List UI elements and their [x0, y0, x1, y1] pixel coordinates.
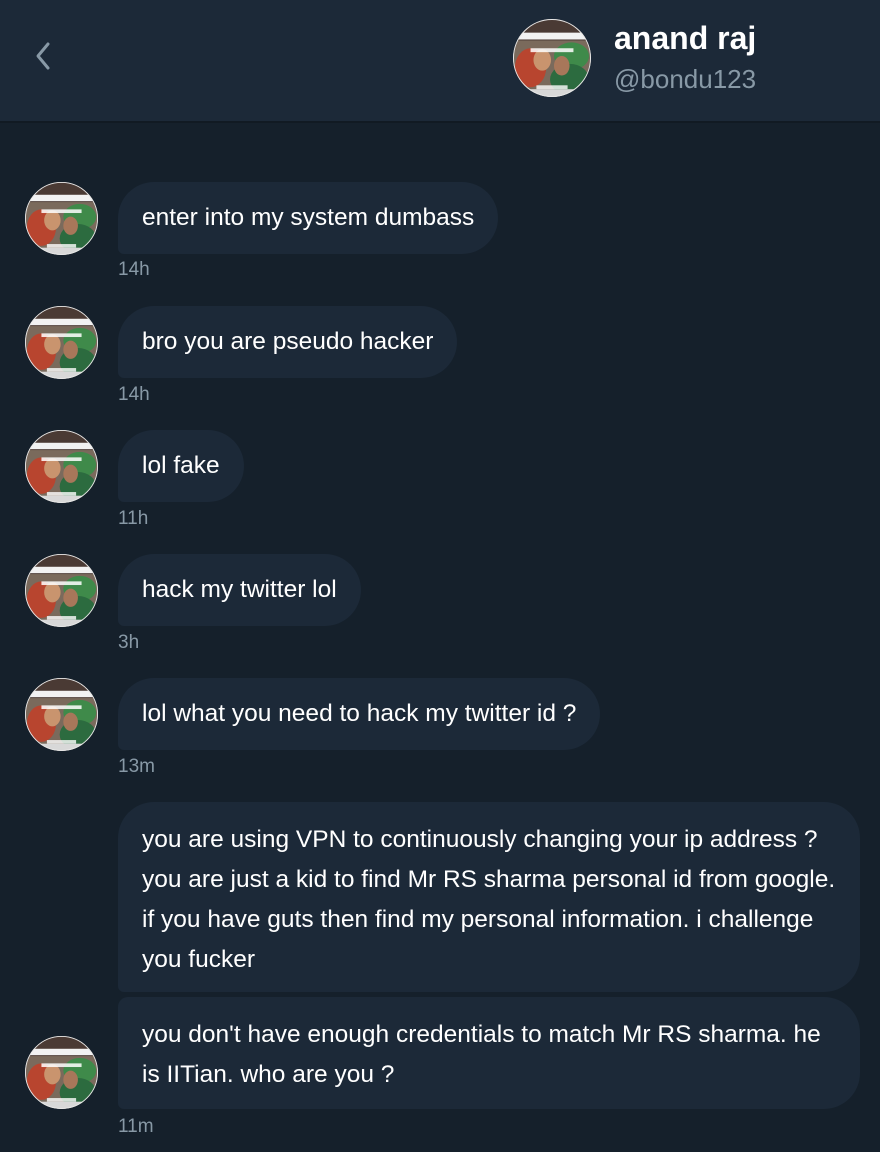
conversation-header: anand raj @bondu123 [0, 0, 880, 123]
message-bubble[interactable]: lol fake [118, 430, 244, 502]
contact-handle: @bondu123 [614, 64, 757, 94]
message-bubble[interactable]: you are using VPN to continuously changi… [118, 802, 860, 992]
message-avatar[interactable] [25, 182, 98, 255]
message-bubble[interactable]: you don't have enough credentials to mat… [118, 997, 860, 1109]
back-arrow-icon[interactable] [30, 38, 60, 74]
message-timestamp: 14h [118, 384, 150, 405]
message-bubble[interactable]: hack my twitter lol [118, 554, 361, 626]
message-timestamp: 11m [118, 1116, 154, 1137]
contact-name[interactable]: anand raj [614, 20, 756, 57]
message-avatar[interactable] [25, 678, 98, 751]
message-bubble[interactable]: lol what you need to hack my twitter id … [118, 678, 601, 750]
message-avatar[interactable] [25, 306, 98, 379]
message-avatar[interactable] [25, 554, 98, 627]
message-timestamp: 11h [118, 508, 149, 529]
message-timestamp: 14h [118, 259, 150, 280]
message-avatar[interactable] [25, 1036, 98, 1109]
message-avatar[interactable] [25, 430, 98, 503]
message-timestamp: 13m [118, 756, 155, 777]
message-bubble[interactable]: enter into my system dumbass [118, 182, 499, 254]
message-bubble[interactable]: bro you are pseudo hacker [118, 306, 458, 378]
header-avatar[interactable] [513, 19, 591, 97]
message-timestamp: 3h [118, 632, 140, 653]
